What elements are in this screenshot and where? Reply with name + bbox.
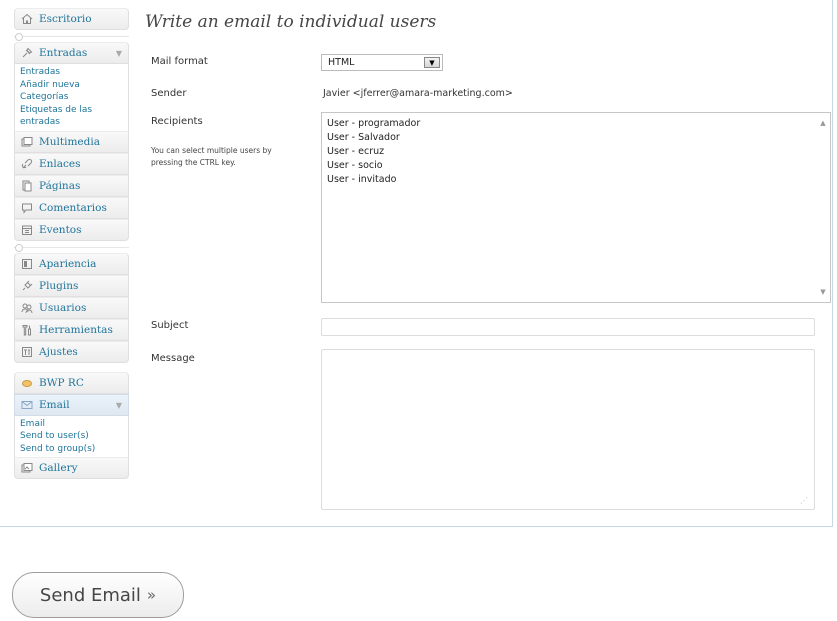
menu-plugins-label: Plugins: [39, 279, 79, 292]
settings-icon: [20, 345, 34, 359]
recipient-option[interactable]: User - ecruz: [327, 145, 825, 159]
plug-icon: [20, 279, 34, 293]
submenu-etiquetas[interactable]: Etiquetas de las: [20, 104, 128, 117]
sender-label: Sender: [151, 88, 187, 99]
menu-separator: [14, 30, 129, 42]
chevron-down-icon[interactable]: ▼: [116, 401, 122, 410]
home-icon: [20, 12, 34, 26]
message-textarea[interactable]: ⋰: [321, 349, 815, 510]
scroll-down-icon[interactable]: ▼: [820, 288, 825, 296]
menu-paginas-label: Páginas: [39, 179, 81, 192]
menu-email-label: Email: [39, 398, 70, 411]
submenu-entradas[interactable]: Entradas: [20, 66, 128, 79]
mail-format-label: Mail format: [151, 56, 208, 67]
menu-usuarios[interactable]: Usuarios: [14, 296, 129, 319]
double-chevron-right-icon: »: [146, 586, 157, 604]
message-label: Message: [151, 353, 195, 364]
submenu-send-to-groups[interactable]: Send to group(s): [20, 443, 128, 456]
menu-multimedia-label: Multimedia: [39, 135, 100, 148]
admin-sidebar: Escritorio Entradas ▼ Entradas Añadir nu…: [14, 8, 129, 479]
menu-entradas-label: Entradas: [39, 47, 88, 59]
menu-herramientas[interactable]: Herramientas: [14, 318, 129, 341]
recipient-option[interactable]: User - invitado: [327, 173, 825, 187]
subject-label: Subject: [151, 320, 189, 331]
chevron-down-icon[interactable]: ▼: [424, 57, 440, 68]
menu-bwp-rc-label: BWP RC: [39, 376, 84, 389]
menu-gallery-label: Gallery: [39, 462, 78, 474]
menu-escritorio-label: Escritorio: [39, 13, 92, 25]
mail-format-value: HTML: [328, 57, 355, 68]
menu-enlaces-label: Enlaces: [39, 157, 81, 170]
recipient-option[interactable]: User - programador: [327, 117, 825, 131]
users-icon: [20, 301, 34, 315]
pin-icon: [20, 46, 34, 60]
chevron-down-icon[interactable]: ▼: [116, 49, 122, 58]
menu-herramientas-label: Herramientas: [39, 323, 113, 336]
menu-escritorio[interactable]: Escritorio: [14, 8, 129, 30]
link-icon: [20, 157, 34, 171]
submenu-send-to-users[interactable]: Send to user(s): [20, 430, 128, 443]
submenu-categorias[interactable]: Categorías: [20, 91, 128, 104]
submenu-etiquetas-cont[interactable]: entradas: [20, 116, 128, 129]
email-submenu: Email Send to user(s) Send to group(s): [14, 415, 129, 457]
scroll-up-icon[interactable]: ▲: [820, 119, 825, 127]
submenu-anadir-nueva[interactable]: Añadir nueva: [20, 79, 128, 92]
menu-ajustes-label: Ajustes: [39, 345, 78, 358]
menu-comentarios-label: Comentarios: [39, 201, 107, 214]
plugin-badge-icon: [20, 376, 34, 390]
tools-icon: [20, 323, 34, 337]
menu-gallery[interactable]: Gallery: [14, 457, 129, 479]
pages-icon: [20, 179, 34, 193]
calendar-icon: [20, 223, 34, 237]
send-email-button[interactable]: Send Email »: [12, 572, 184, 618]
menu-plugins[interactable]: Plugins: [14, 274, 129, 297]
menu-usuarios-label: Usuarios: [39, 301, 87, 314]
menu-comentarios[interactable]: Comentarios: [14, 196, 129, 219]
subject-input[interactable]: [321, 318, 815, 336]
menu-enlaces[interactable]: Enlaces: [14, 152, 129, 175]
menu-multimedia[interactable]: Multimedia: [14, 130, 129, 153]
menu-ajustes[interactable]: Ajustes: [14, 340, 129, 363]
entradas-submenu: Entradas Añadir nueva Categorías Etiquet…: [14, 64, 129, 131]
submenu-email[interactable]: Email: [20, 418, 128, 431]
media-icon: [20, 135, 34, 149]
mail-format-select[interactable]: HTML ▼: [321, 54, 443, 71]
resize-grip-icon[interactable]: ⋰: [800, 496, 808, 505]
comment-icon: [20, 201, 34, 215]
recipients-label: Recipients: [151, 116, 203, 127]
menu-bwp-rc[interactable]: BWP RC: [14, 371, 129, 394]
menu-eventos-label: Eventos: [39, 223, 82, 236]
recipient-option[interactable]: User - Salvador: [327, 131, 825, 145]
menu-entradas[interactable]: Entradas ▼: [14, 42, 129, 64]
menu-paginas[interactable]: Páginas: [14, 174, 129, 197]
gallery-icon: [20, 461, 34, 475]
envelope-icon: [20, 398, 34, 412]
page-title: Write an email to individual users: [145, 12, 437, 32]
listbox-scrollbar[interactable]: ▲ ▼: [816, 113, 830, 302]
menu-eventos[interactable]: Eventos: [14, 218, 129, 241]
menu-apariencia[interactable]: Apariencia: [14, 252, 129, 275]
recipients-listbox[interactable]: User - programador User - Salvador User …: [321, 112, 831, 303]
send-email-label: Send Email: [39, 584, 141, 606]
menu-separator: [14, 241, 129, 253]
appearance-icon: [20, 257, 34, 271]
menu-apariencia-label: Apariencia: [39, 257, 97, 270]
recipients-note: You can select multiple users by pressin…: [151, 146, 272, 167]
menu-email[interactable]: Email ▼: [14, 393, 129, 416]
sender-value: Javier <jferrer@amara-marketing.com>: [323, 88, 513, 99]
recipient-option[interactable]: User - socio: [327, 159, 825, 173]
